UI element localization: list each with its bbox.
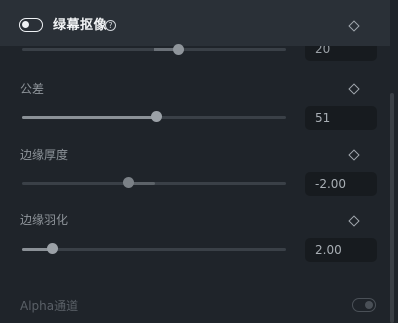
value-input[interactable]: 20 — [305, 46, 377, 61]
edge-feather-slider-track[interactable] — [22, 248, 286, 251]
toggle-knob — [22, 21, 29, 28]
edge-feather-value-input[interactable]: 2.00 — [305, 238, 377, 262]
keyframe-diamond-icon[interactable] — [348, 83, 360, 95]
section-title: 绿幕抠像 — [53, 18, 108, 33]
tolerance-label: 公差 — [20, 82, 45, 96]
tolerance-slider-thumb[interactable] — [151, 111, 162, 122]
value-text: 20 — [315, 46, 331, 56]
edge-feather-slider-thumb[interactable] — [47, 243, 58, 254]
tolerance-slider-fill — [22, 116, 156, 119]
alpha-channel-label: Alpha通道 — [20, 299, 79, 313]
keyframe-diamond-icon[interactable] — [348, 215, 360, 227]
edge-thickness-label: 边缘厚度 — [20, 148, 69, 162]
scrollbar[interactable] — [390, 93, 394, 323]
tolerance-value-input[interactable]: 51 — [305, 106, 377, 130]
help-icon[interactable]: ? — [105, 20, 116, 31]
edge-thickness-slider-thumb[interactable] — [123, 177, 134, 188]
alpha-channel-toggle[interactable] — [352, 298, 376, 312]
keyframe-diamond-icon[interactable] — [348, 149, 360, 161]
edge-thickness-value-input[interactable]: -2.00 — [305, 172, 377, 196]
chroma-key-toggle[interactable] — [19, 18, 43, 32]
edge-feather-label: 边缘羽化 — [20, 213, 69, 227]
toggle-knob — [365, 301, 373, 309]
slider-thumb[interactable] — [173, 44, 184, 55]
